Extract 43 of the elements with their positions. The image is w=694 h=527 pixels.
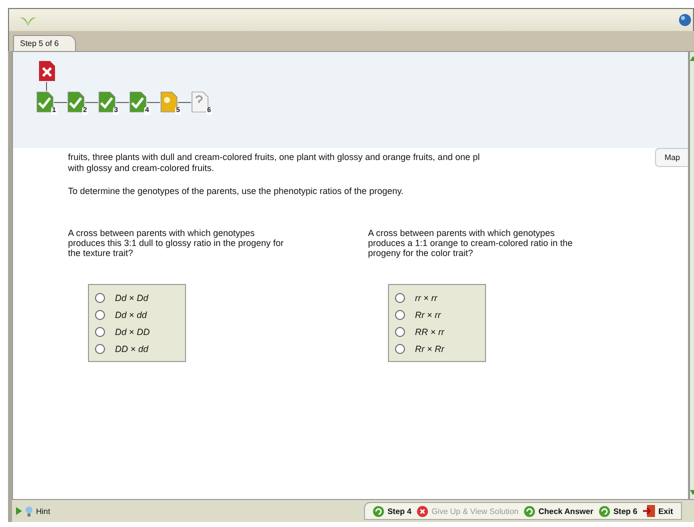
option-label: Dd × Dd xyxy=(115,292,148,302)
lightbulb-page-icon[interactable] xyxy=(160,91,178,113)
globe-icon[interactable] xyxy=(679,14,691,26)
check-button[interactable]: Check Answer xyxy=(524,506,594,516)
instruction-text: To determine the genotypes of the parents, use the phenotypic ratios of the progeny. xyxy=(68,186,405,196)
question-text: A cross between parents with which genotypes produces a 1:1 orange to cream-colored ratio in the progeny for the color trait? xyxy=(368,228,574,258)
option-label: RR × rr xyxy=(415,326,444,336)
map-tab[interactable]: Map xyxy=(655,148,688,167)
radio-button[interactable] xyxy=(95,310,105,320)
radio-button[interactable] xyxy=(395,292,405,302)
circle-arrow-icon xyxy=(373,506,384,516)
option-label: Dd × dd xyxy=(115,310,147,320)
exit-button[interactable]: Exit xyxy=(643,505,673,517)
hint-button[interactable]: Hint xyxy=(12,506,50,516)
radio-button[interactable] xyxy=(95,326,105,336)
next-button[interactable]: Step 6 xyxy=(599,506,638,516)
checked-page-icon[interactable] xyxy=(36,91,54,113)
cancel-icon xyxy=(417,506,428,516)
circle-arrow-icon xyxy=(599,506,610,516)
radio-button[interactable] xyxy=(95,292,105,302)
option-label: Dd × DD xyxy=(115,326,150,336)
checked-page-icon[interactable] xyxy=(129,91,147,113)
radio-button[interactable] xyxy=(95,344,105,354)
error-step-icon[interactable] xyxy=(38,60,56,82)
option-label: rr × rr xyxy=(415,292,438,302)
radio-button[interactable] xyxy=(395,310,405,320)
checked-page-icon[interactable] xyxy=(67,91,85,113)
back-button[interactable]: Step 4 xyxy=(373,506,412,516)
circle-arrow-icon xyxy=(524,506,536,516)
question-page-icon[interactable] xyxy=(191,91,209,113)
question-text: A cross between parents with which genotypes produces this 3:1 dull to glossy ratio in the progeny for the texture trait? xyxy=(68,228,285,258)
exit-door-icon xyxy=(643,505,656,517)
option-label: DD × dd xyxy=(115,344,148,354)
radio-button[interactable] xyxy=(395,326,405,336)
play-icon xyxy=(16,507,22,515)
intro-text: with glossy and cream-colored fruits. xyxy=(68,163,216,174)
option-label: Rr × Rr xyxy=(415,344,444,354)
step-tab[interactable]: Step 5 of 6 xyxy=(13,35,76,51)
option-label: Rr × rr xyxy=(415,310,441,320)
radio-button[interactable] xyxy=(395,344,405,354)
hint-label: Hint xyxy=(36,506,50,516)
checked-page-icon[interactable] xyxy=(98,91,116,113)
lightbulb-icon xyxy=(25,506,33,516)
